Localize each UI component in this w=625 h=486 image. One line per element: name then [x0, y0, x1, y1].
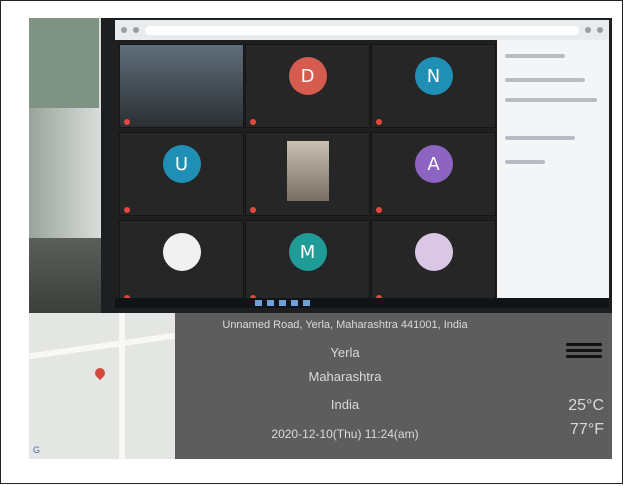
panel-title [505, 54, 565, 58]
participants-panel [497, 40, 609, 306]
participant-video-tile[interactable] [245, 132, 370, 216]
taskbar-app-icon[interactable] [279, 300, 286, 306]
city-text: Yerla [330, 345, 360, 360]
map-road [119, 313, 125, 459]
back-icon[interactable] [121, 27, 127, 33]
location-info: Unnamed Road, Yerla, Maharashtra 441001,… [175, 313, 612, 459]
participant-tile[interactable] [371, 220, 496, 304]
video-grid: D N U A M [115, 40, 497, 306]
participant-webcam-tile[interactable] [119, 44, 244, 128]
participant-tile[interactable] [119, 220, 244, 304]
location-pin-icon [92, 365, 108, 381]
participant-tile[interactable]: D [245, 44, 370, 128]
participant-avatar: N [414, 57, 453, 96]
windows-taskbar [115, 298, 609, 308]
monitor-screen: D N U A M [115, 20, 609, 308]
participant-photo-avatar [414, 233, 453, 272]
panel-text [505, 136, 575, 140]
temperature-celsius: 25°C [568, 397, 604, 414]
green-wall-panel [29, 18, 99, 108]
geotag-overlay: G Unnamed Road, Yerla, Maharashtra 44100… [29, 313, 612, 459]
mic-muted-icon [376, 119, 382, 125]
participant-avatar: U [162, 145, 201, 184]
temperature-fahrenheit: 77°F [570, 421, 604, 438]
participant-tile[interactable]: M [245, 220, 370, 304]
mic-muted-icon [250, 207, 256, 213]
desk-edge [29, 238, 109, 318]
address-bar[interactable] [145, 25, 579, 35]
browser-toolbar [115, 20, 609, 40]
participant-video [287, 141, 329, 201]
participant-tile[interactable]: N [371, 44, 496, 128]
taskbar-app-icon[interactable] [267, 300, 274, 306]
taskbar-app-icon[interactable] [255, 300, 262, 306]
datetime-text: 2020-12-10(Thu) 11:24(am) [271, 427, 419, 441]
country-text: India [330, 397, 360, 412]
participant-avatar: D [288, 57, 327, 96]
panel-text [505, 160, 545, 164]
participant-logo-avatar [162, 233, 201, 272]
map-road [29, 332, 175, 360]
address-text: Unnamed Road, Yerla, Maharashtra 441001,… [222, 319, 468, 331]
taskbar-app-icon[interactable] [303, 300, 310, 306]
haze-icon [566, 343, 602, 365]
location-map: G [29, 313, 175, 459]
participant-tile[interactable]: U [119, 132, 244, 216]
panel-item[interactable] [505, 78, 585, 82]
participant-avatar: A [414, 145, 453, 184]
participant-tile[interactable]: A [371, 132, 496, 216]
map-logo: G [33, 445, 41, 455]
mic-muted-icon [250, 119, 256, 125]
menu-icon[interactable] [597, 27, 603, 33]
photo: D N U A M G Unnamed Road, Yerla, Maharas… [29, 18, 612, 459]
mic-muted-icon [124, 119, 130, 125]
reload-icon[interactable] [133, 27, 139, 33]
mic-muted-icon [376, 207, 382, 213]
taskbar-app-icon[interactable] [291, 300, 298, 306]
participant-avatar: M [288, 233, 327, 272]
mic-muted-icon [124, 207, 130, 213]
state-text: Maharashtra [308, 369, 382, 384]
extension-icon[interactable] [585, 27, 591, 33]
panel-search[interactable] [505, 98, 597, 102]
